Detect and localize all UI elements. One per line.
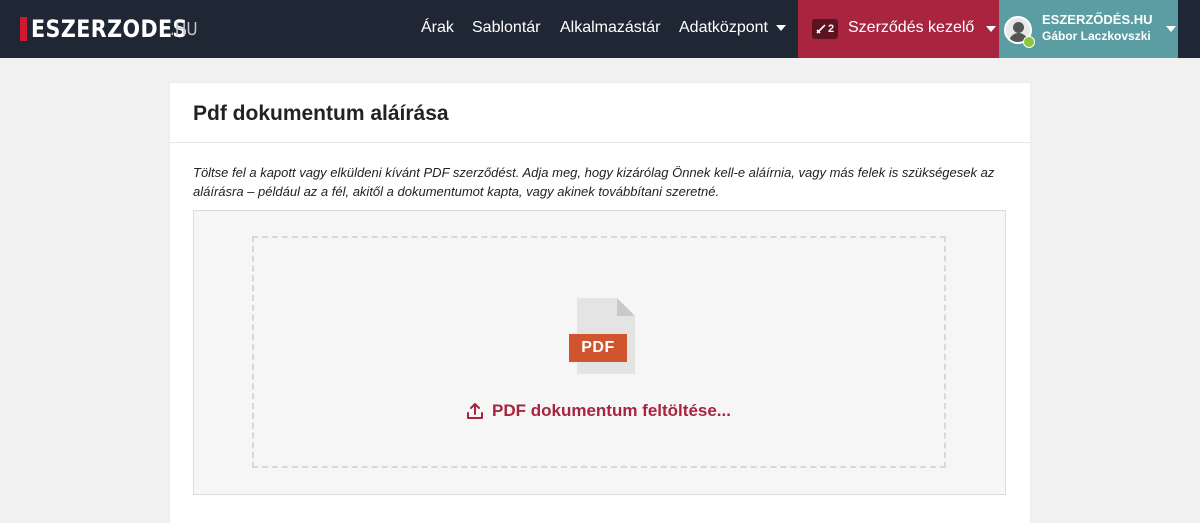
intro-text: Töltse fel a kapott vagy elküldeni kíván… bbox=[193, 165, 995, 199]
contract-count-icon: 2 bbox=[812, 19, 838, 39]
contract-count-badge: 2 bbox=[827, 23, 835, 35]
pdf-file-label: PDF bbox=[569, 334, 627, 362]
chevron-down-icon bbox=[986, 26, 996, 32]
logo-mark bbox=[20, 17, 27, 41]
nav-link-apps[interactable]: Alkalmazástár bbox=[560, 19, 660, 37]
sign-pdf-card: Pdf dokumentum aláírása Töltse fel a kap… bbox=[170, 83, 1030, 523]
brand-logo[interactable]: ESZERZODES .HU bbox=[20, 15, 213, 43]
nav-link-templates[interactable]: Sablontár bbox=[472, 19, 541, 37]
contract-manager-button[interactable]: 2 Szerződés kezelő bbox=[798, 0, 999, 58]
nav-link-data-center[interactable]: Adatközpont bbox=[679, 19, 786, 37]
upload-icon bbox=[467, 403, 483, 419]
chevron-down-icon bbox=[775, 24, 786, 31]
online-status-icon bbox=[1023, 36, 1035, 48]
user-organization: ESZERZŐDÉS.HU bbox=[1042, 12, 1153, 27]
file-drop-zone[interactable]: PDF PDF dokumentum feltöltése... bbox=[252, 236, 946, 468]
page-title: Pdf dokumentum aláírása bbox=[193, 102, 449, 125]
nav-link-prices[interactable]: Árak bbox=[421, 19, 454, 37]
pdf-file-icon: PDF bbox=[569, 298, 635, 374]
nav-link-data-center-label: Adatközpont bbox=[679, 19, 768, 36]
logo-text: ESZERZODES bbox=[31, 15, 188, 43]
logo-tld: .HU bbox=[170, 19, 198, 40]
upload-pdf-button[interactable]: PDF dokumentum feltöltése... bbox=[466, 401, 731, 421]
top-navbar: ESZERZODES .HU Árak Sablontár Alkalmazás… bbox=[0, 0, 1200, 58]
user-menu[interactable]: ESZERZŐDÉS.HU Gábor Laczkovszki bbox=[999, 0, 1178, 58]
contract-manager-label: Szerződés kezelő bbox=[848, 19, 975, 36]
upload-pdf-label: PDF dokumentum feltöltése... bbox=[492, 401, 731, 420]
signature-icon bbox=[816, 24, 826, 34]
upload-area: PDF PDF dokumentum feltöltése... bbox=[193, 210, 1006, 495]
chevron-down-icon bbox=[1166, 26, 1176, 32]
divider bbox=[170, 142, 1030, 143]
user-name: Gábor Laczkovszki bbox=[1042, 29, 1151, 43]
